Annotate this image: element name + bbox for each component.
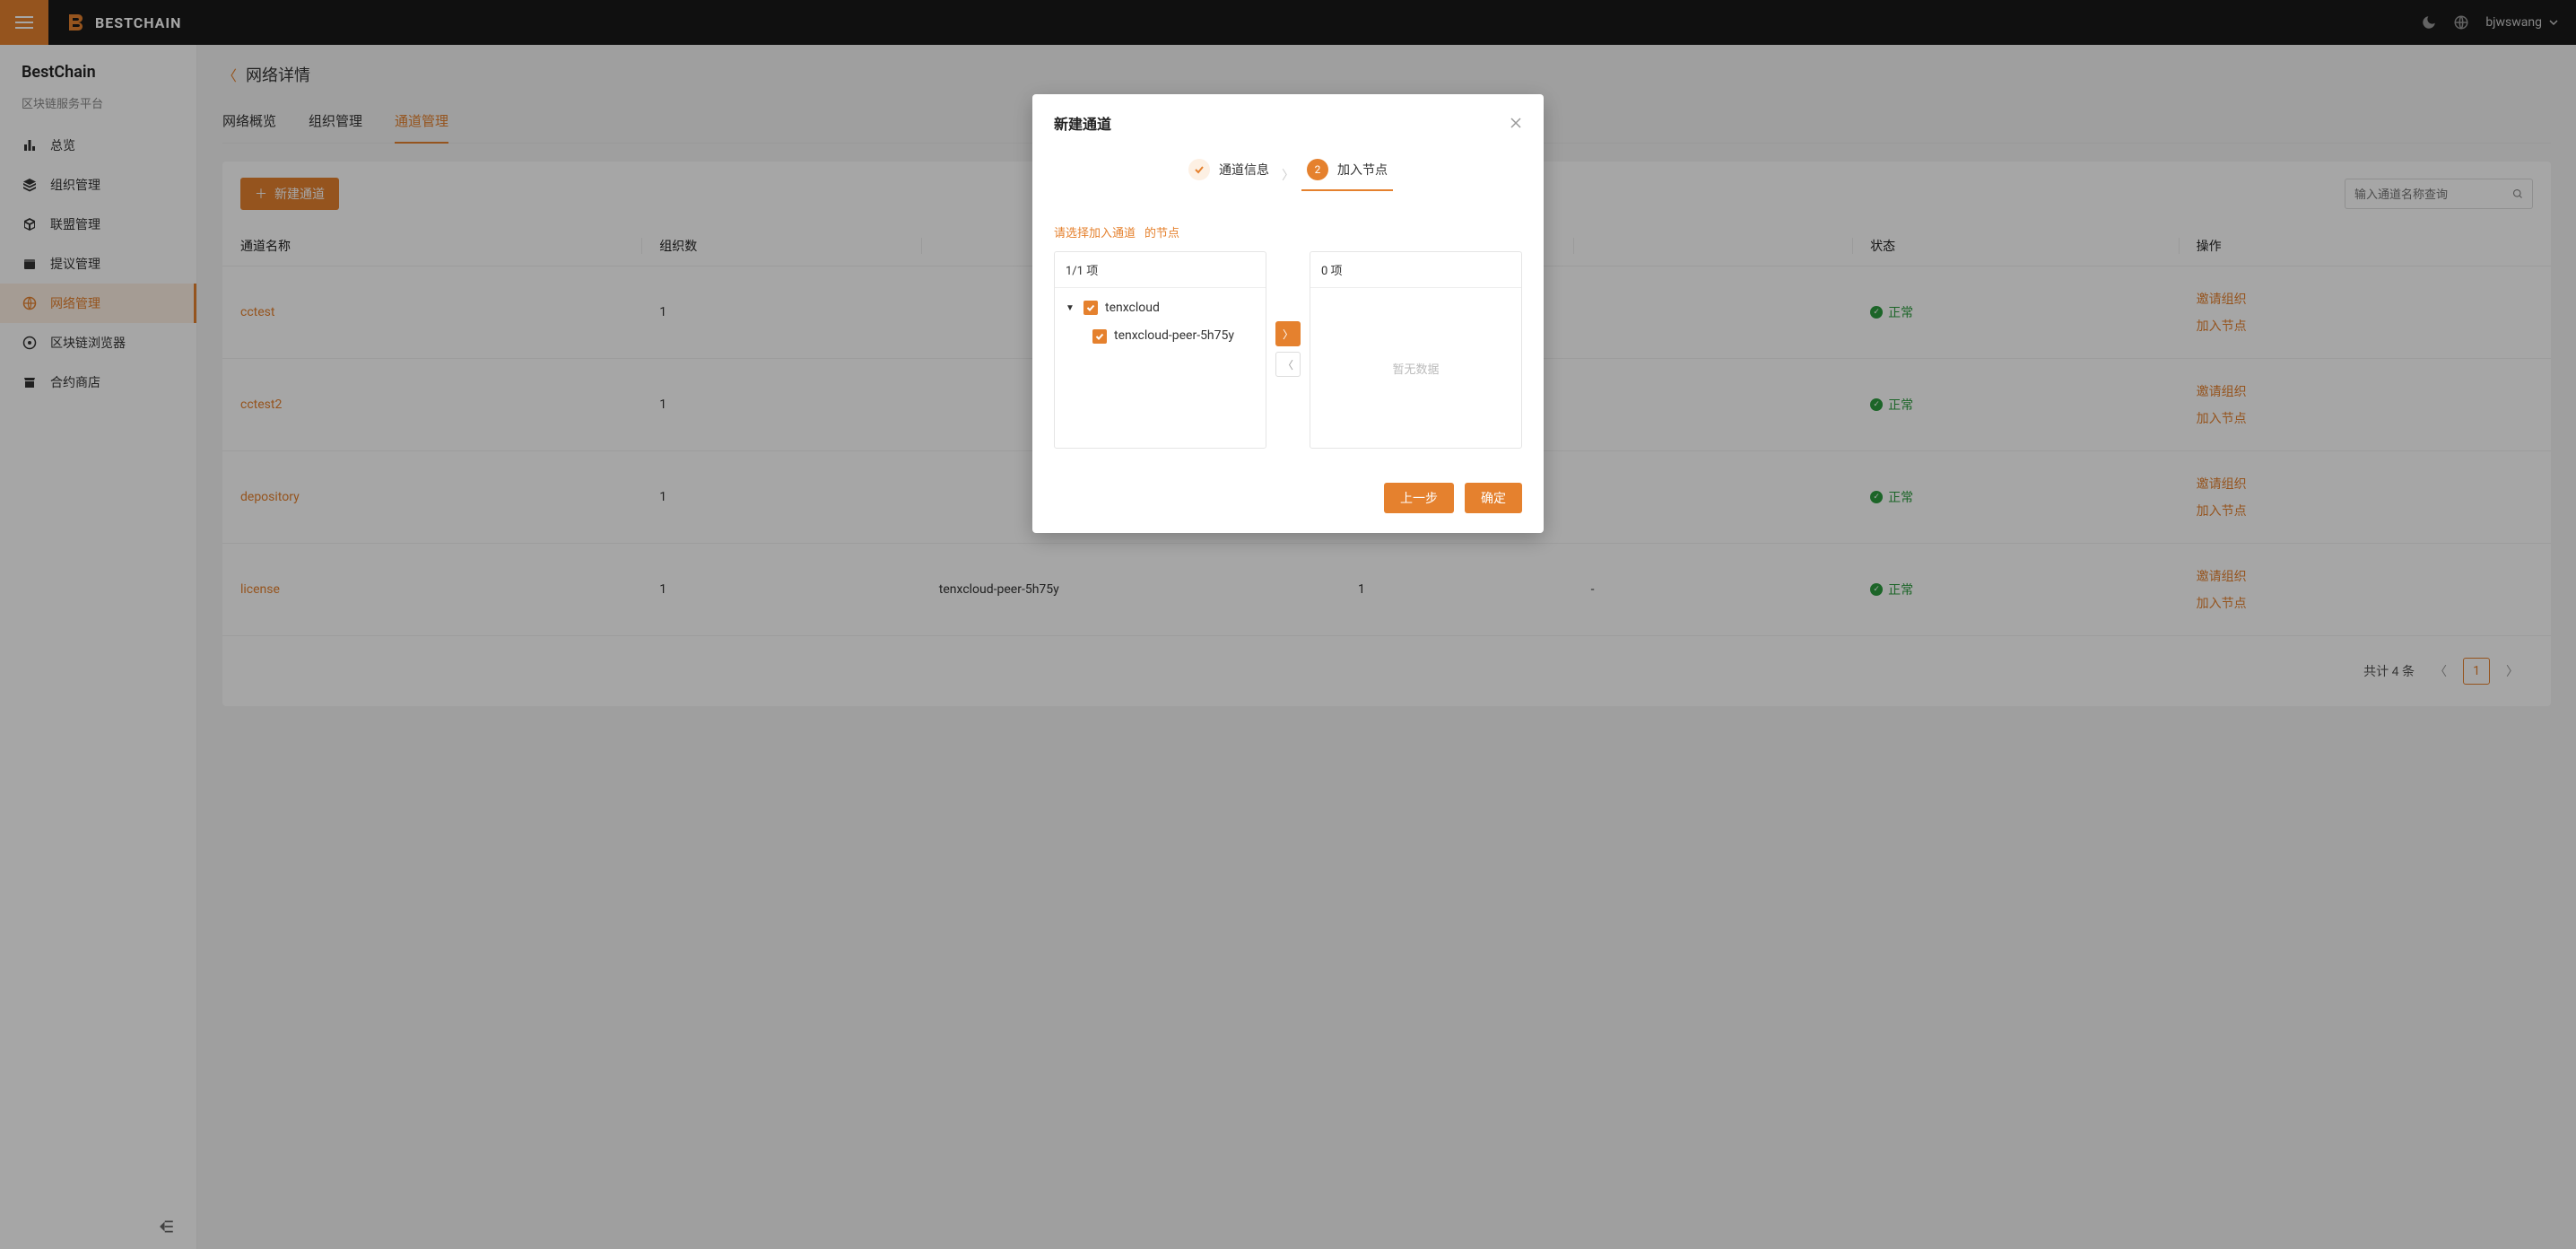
transfer-target-panel: 0 项 暂无数据 [1310, 251, 1522, 449]
tree-root-item[interactable]: ▼ tenxcloud [1062, 297, 1258, 319]
modal-title: 新建通道 [1054, 112, 1111, 134]
confirm-button[interactable]: 确定 [1465, 483, 1522, 513]
modal-close-button[interactable] [1510, 117, 1522, 129]
empty-text: 暂无数据 [1318, 297, 1514, 439]
step-2[interactable]: 2 加入节点 [1307, 159, 1388, 191]
modal-mask[interactable]: 新建通道 通道信息 〉 2 加入节点 请选择加入通道 [0, 0, 2576, 1249]
source-header: 1/1 项 [1055, 252, 1266, 288]
checkbox-child[interactable] [1092, 329, 1107, 344]
step-2-number: 2 [1307, 159, 1328, 180]
chevron-right-icon: 〉 [1282, 166, 1294, 184]
prev-step-button[interactable]: 上一步 [1384, 483, 1454, 513]
tree-child-item[interactable]: tenxcloud-peer-5h75y [1089, 324, 1258, 349]
step-1-label: 通道信息 [1219, 161, 1269, 179]
new-channel-modal: 新建通道 通道信息 〉 2 加入节点 请选择加入通道 [1032, 94, 1544, 533]
step-indicator: 通道信息 〉 2 加入节点 [1054, 153, 1522, 209]
transfer-widget: 1/1 项 ▼ tenxcloud [1054, 251, 1522, 449]
step-1[interactable]: 通道信息 [1188, 159, 1269, 191]
tree-child-label: tenxcloud-peer-5h75y [1114, 328, 1234, 345]
step-2-label: 加入节点 [1337, 161, 1388, 179]
tree-root-label: tenxcloud [1105, 301, 1160, 315]
hint-text: 请选择加入通道 的节点 [1054, 223, 1522, 240]
checkbox-root[interactable] [1083, 301, 1098, 315]
check-icon [1188, 159, 1210, 180]
close-icon [1510, 117, 1522, 129]
target-header: 0 项 [1310, 252, 1521, 288]
transfer-source-panel: 1/1 项 ▼ tenxcloud [1054, 251, 1266, 449]
caret-down-icon[interactable]: ▼ [1066, 303, 1076, 313]
transfer-right-button[interactable]: 〉 [1275, 321, 1301, 346]
transfer-left-button[interactable]: 〈 [1275, 352, 1301, 377]
